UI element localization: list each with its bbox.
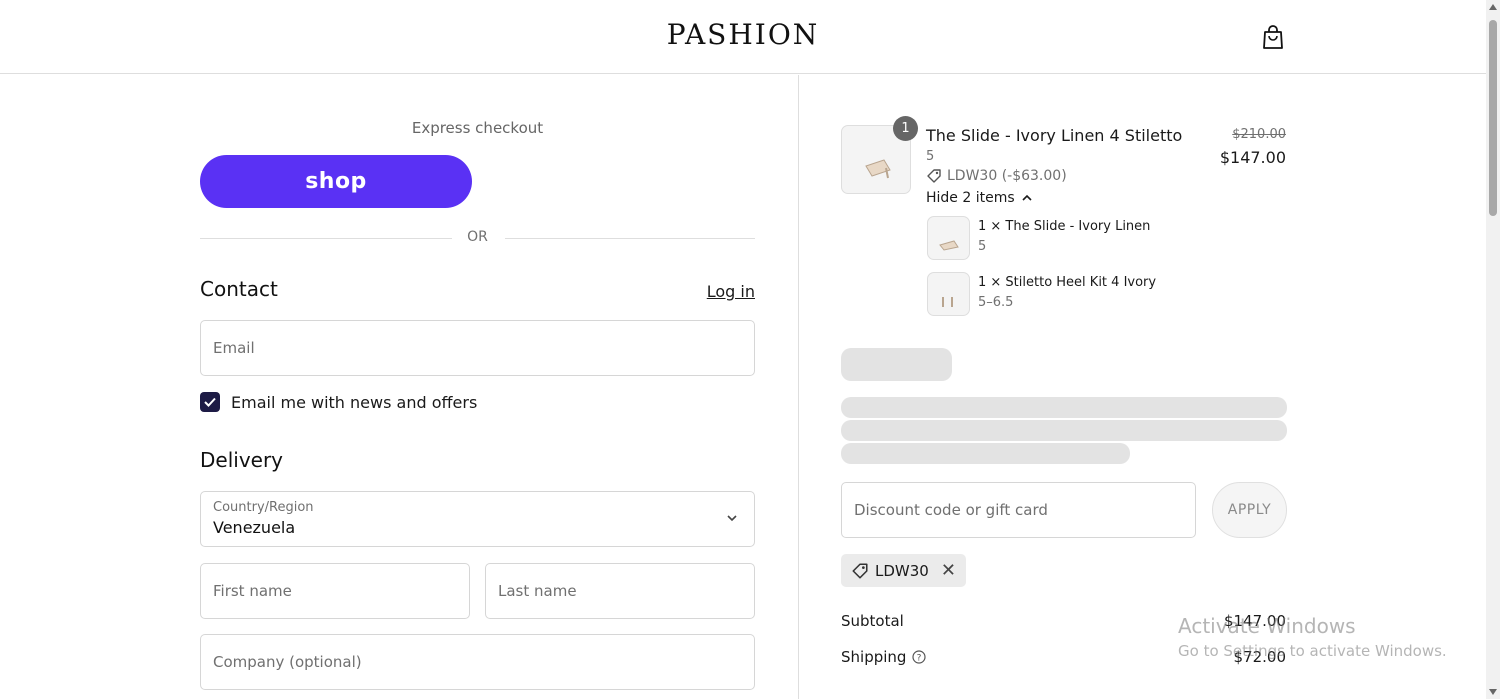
divider-line-right — [505, 238, 755, 239]
help-icon[interactable]: ? — [912, 650, 927, 664]
country-select[interactable]: Country/Region Venezuela — [200, 491, 755, 547]
bundle-item-title: 1 × The Slide - Ivory Linen — [978, 219, 1151, 234]
tag-icon — [852, 562, 868, 579]
bundle-thumbnail-slide — [927, 216, 970, 260]
discount-code-placeholder: Discount code or gift card — [854, 501, 1048, 519]
svg-text:?: ? — [917, 654, 922, 664]
heel-kit-image — [942, 297, 953, 307]
bundle-thumbnail-heel-kit — [927, 272, 970, 316]
windows-watermark-subtitle: Go to Settings to activate Windows. — [1178, 642, 1447, 660]
chevron-up-icon — [1022, 194, 1032, 201]
site-header: PASHION — [0, 0, 1486, 74]
bundle-item-variant: 5–6.5 — [978, 295, 1014, 310]
loading-skeleton — [841, 348, 952, 381]
company-placeholder: Company (optional) — [213, 653, 362, 671]
subtotal-label: Subtotal — [841, 612, 904, 630]
checkout-form-panel: Express checkout shop OR Contact Log in … — [0, 75, 798, 699]
newsletter-checkbox[interactable] — [200, 392, 220, 412]
or-text: OR — [467, 229, 488, 245]
hide-items-toggle[interactable]: Hide 2 items — [926, 190, 1033, 206]
company-field[interactable]: Company (optional) — [200, 634, 755, 690]
first-name-field[interactable]: First name — [200, 563, 470, 619]
delivery-heading: Delivery — [200, 448, 284, 472]
newsletter-label: Email me with news and offers — [231, 392, 478, 412]
windows-watermark-title: Activate Windows — [1178, 614, 1356, 638]
item-title: The Slide - Ivory Linen 4 Stiletto — [926, 126, 1183, 145]
bundle-item-variant: 5 — [978, 239, 987, 254]
remove-discount-icon[interactable]: ✕ — [941, 561, 956, 580]
shipping-label: Shipping — [841, 648, 907, 666]
country-value: Venezuela — [213, 518, 296, 537]
last-name-placeholder: Last name — [498, 582, 577, 600]
login-link[interactable]: Log in — [707, 282, 755, 301]
scroll-down-arrow-icon[interactable] — [1489, 689, 1497, 695]
loading-skeleton — [841, 420, 1287, 441]
page-scrollbar[interactable] — [1486, 0, 1500, 699]
loading-skeleton — [841, 443, 1130, 464]
shipping-label-row: Shipping ? — [841, 648, 927, 666]
discounted-price: $147.00 — [1219, 148, 1286, 167]
original-price: $210.00 — [1232, 127, 1286, 142]
country-label: Country/Region — [213, 500, 314, 515]
bundle-item-title: 1 × Stiletto Heel Kit 4 Ivory — [978, 275, 1157, 290]
scrollbar-thumb[interactable] — [1489, 20, 1497, 216]
scroll-up-arrow-icon[interactable] — [1489, 4, 1497, 10]
shop-pay-button[interactable]: shop — [200, 155, 472, 208]
tag-icon — [927, 169, 941, 183]
email-placeholder: Email — [213, 339, 255, 357]
express-checkout-label: Express checkout — [411, 119, 544, 137]
loading-skeleton — [841, 397, 1287, 418]
contact-heading: Contact — [200, 277, 278, 301]
applied-discount-chip: LDW30 ✕ — [841, 554, 966, 587]
item-discount: LDW30 (-$63.00) — [926, 168, 1067, 184]
last-name-field[interactable]: Last name — [485, 563, 755, 619]
hide-items-label: Hide 2 items — [926, 190, 1015, 206]
quantity-badge: 1 — [893, 116, 918, 141]
item-discount-text: LDW30 (-$63.00) — [947, 168, 1067, 184]
or-divider: OR — [200, 228, 755, 248]
sandal-image — [939, 240, 959, 251]
apply-discount-button[interactable]: APPLY — [1212, 482, 1287, 538]
checkmark-icon — [204, 397, 216, 407]
chevron-down-icon — [727, 515, 737, 522]
shopping-bag-icon[interactable] — [1261, 24, 1285, 50]
first-name-placeholder: First name — [213, 582, 292, 600]
newsletter-row[interactable]: Email me with news and offers — [200, 392, 477, 412]
applied-code-text: LDW30 — [875, 561, 929, 580]
item-variant: 5 — [926, 149, 935, 164]
email-field[interactable]: Email — [200, 320, 755, 376]
discount-code-input[interactable]: Discount code or gift card — [841, 482, 1196, 538]
